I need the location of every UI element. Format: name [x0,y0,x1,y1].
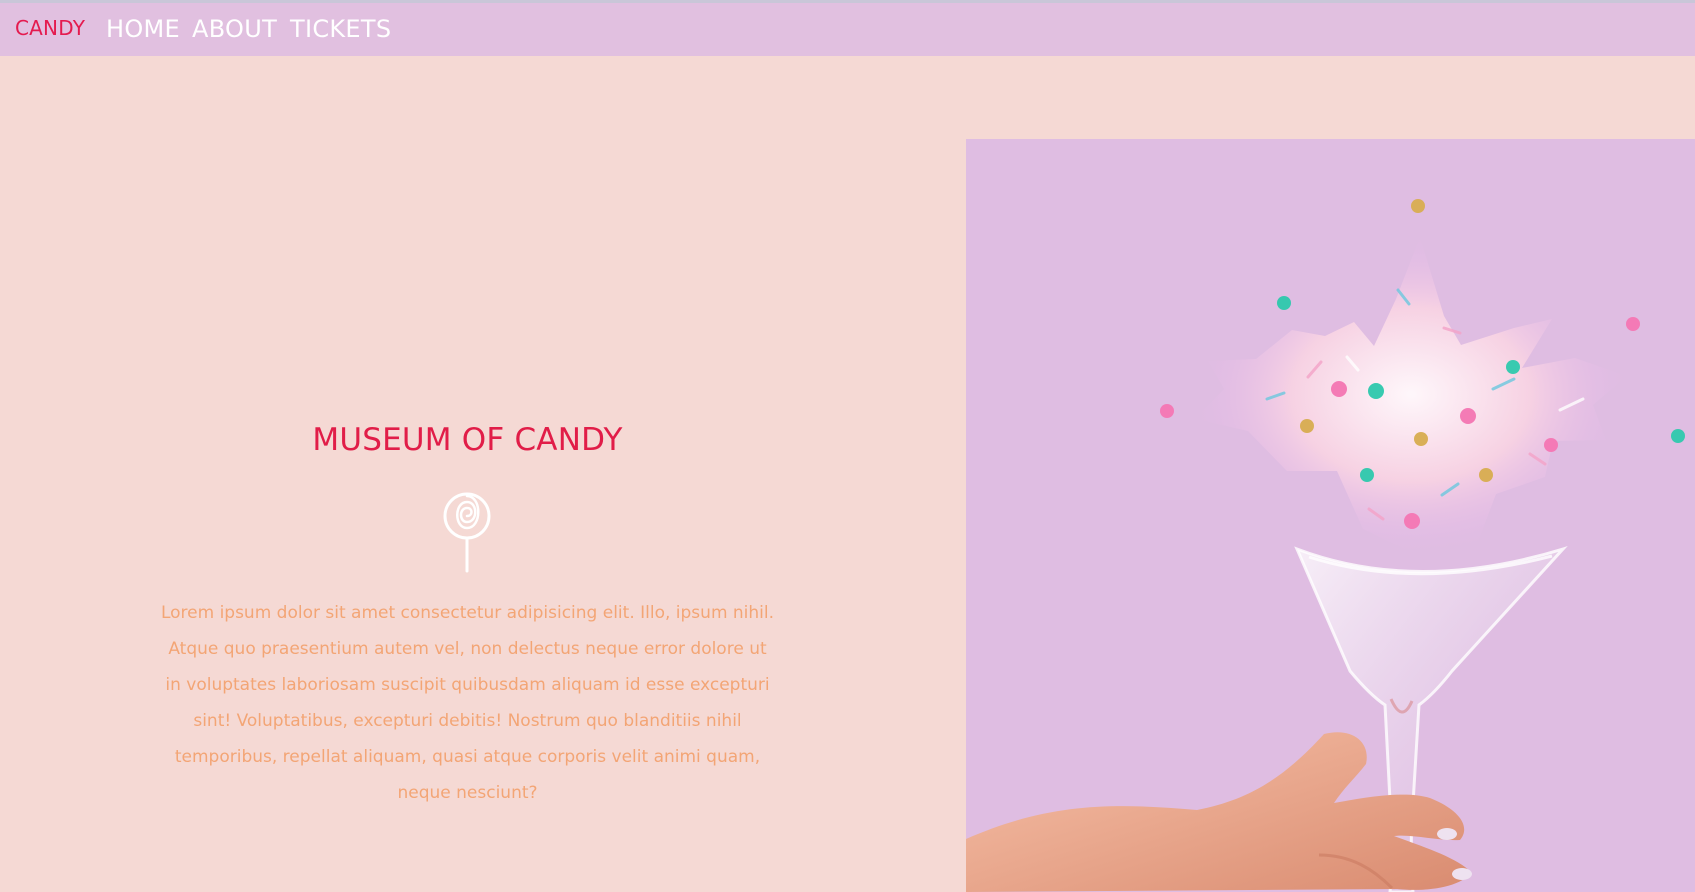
hero-description: Lorem ipsum dolor sit amet consectetur a… [160,603,775,803]
nav-link-about[interactable]: ABOUT [192,17,277,41]
lollipop-icon [443,492,491,573]
hero-text-panel: MUSEUM OF CANDY Lorem ipsum dolor sit am… [0,56,966,892]
page-title: MUSEUM OF CANDY [312,422,623,458]
page: CANDY HOME ABOUT TICKETS MUSEUM OF CANDY… [0,0,1695,892]
nav-link-home[interactable]: HOME [106,17,180,41]
nav-link-tickets[interactable]: TICKETS [290,17,391,41]
top-navigation: CANDY HOME ABOUT TICKETS [0,3,1695,56]
brand-link[interactable]: CANDY [15,18,85,38]
candy-martini-image [966,139,1695,892]
